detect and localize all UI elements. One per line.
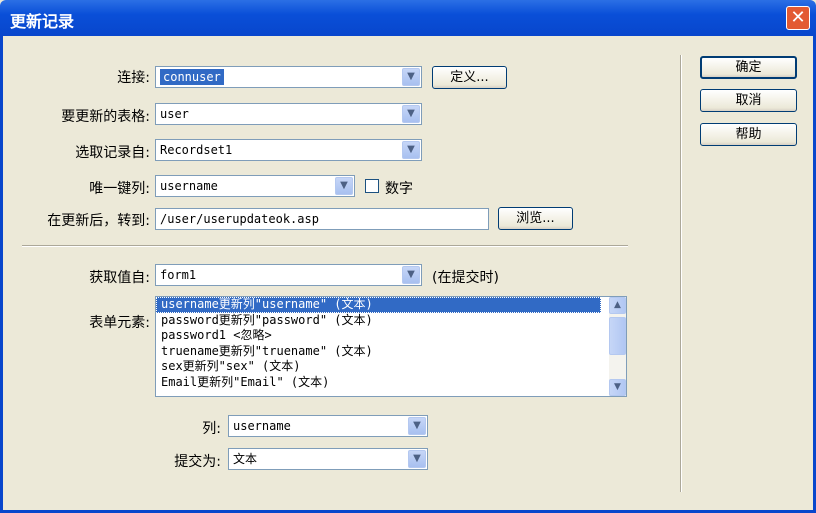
get-values-note: (在提交时): [432, 270, 499, 286]
chevron-down-icon: ▼: [408, 450, 426, 468]
close-button[interactable]: ✕: [786, 6, 810, 30]
ok-button[interactable]: 确定: [700, 56, 797, 79]
title-bar: 更新记录 ✕: [0, 0, 816, 36]
scroll-thumb[interactable]: [609, 317, 626, 355]
browse-button[interactable]: 浏览...: [498, 207, 573, 230]
list-item[interactable]: Email更新列"Email" (文本): [156, 375, 601, 391]
list-scrollbar[interactable]: ▲ ▼: [609, 297, 626, 396]
form-elements-list[interactable]: username更新列"username" (文本) password更新列"p…: [155, 296, 627, 397]
chevron-down-icon: ▼: [402, 105, 420, 123]
define-button[interactable]: 定义...: [432, 66, 507, 89]
numeric-label: 数字: [385, 181, 413, 197]
close-icon: ✕: [790, 7, 806, 28]
column-value: username: [233, 419, 291, 433]
submit-as-select[interactable]: 文本 ▼: [228, 448, 428, 470]
list-item[interactable]: password1 <忽略>: [156, 328, 601, 344]
separator-vertical: [680, 55, 682, 492]
scroll-down-icon[interactable]: ▼: [609, 379, 626, 396]
get-values-value: form1: [160, 268, 197, 282]
connection-value: connuser: [160, 69, 224, 85]
chevron-down-icon: ▼: [402, 68, 420, 86]
recordset-label: 选取记录自:: [75, 145, 150, 161]
unique-key-label: 唯一键列:: [89, 181, 150, 197]
list-item[interactable]: truename更新列"truename" (文本): [156, 344, 601, 360]
connection-select[interactable]: connuser ▼: [155, 66, 422, 88]
window-title: 更新记录: [10, 12, 75, 31]
form-elements-label: 表单元素:: [89, 315, 150, 331]
help-button[interactable]: 帮助: [700, 123, 797, 146]
column-select[interactable]: username ▼: [228, 415, 428, 437]
redirect-input[interactable]: /user/userupdateok.asp: [155, 208, 489, 230]
table-label: 要更新的表格:: [61, 109, 150, 125]
recordset-value: Recordset1: [160, 143, 233, 157]
chevron-down-icon: ▼: [402, 141, 420, 159]
cancel-button[interactable]: 取消: [700, 89, 797, 112]
list-item[interactable]: password更新列"password" (文本): [156, 313, 601, 329]
submit-as-label: 提交为:: [174, 454, 221, 470]
separator: [22, 245, 628, 247]
chevron-down-icon: ▼: [335, 177, 353, 195]
get-values-select[interactable]: form1 ▼: [155, 264, 422, 286]
submit-as-value: 文本: [233, 452, 258, 466]
table-select[interactable]: user ▼: [155, 103, 422, 125]
get-values-label: 获取值自:: [89, 270, 150, 286]
connection-label: 连接:: [117, 70, 150, 86]
unique-key-value: username: [160, 179, 218, 193]
table-value: user: [160, 107, 189, 121]
list-item[interactable]: sex更新列"sex" (文本): [156, 359, 601, 375]
recordset-select[interactable]: Recordset1 ▼: [155, 139, 422, 161]
chevron-down-icon: ▼: [402, 266, 420, 284]
list-item[interactable]: username更新列"username" (文本): [156, 297, 601, 313]
column-label: 列:: [202, 421, 221, 437]
scroll-up-icon[interactable]: ▲: [609, 297, 626, 314]
chevron-down-icon: ▼: [408, 417, 426, 435]
redirect-label: 在更新后，转到:: [47, 213, 150, 229]
numeric-checkbox[interactable]: [365, 179, 379, 193]
unique-key-select[interactable]: username ▼: [155, 175, 355, 197]
